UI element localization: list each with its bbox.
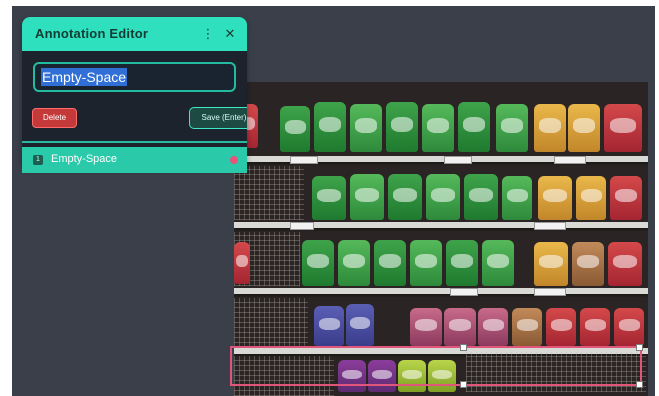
bread-bag: [444, 308, 476, 346]
bread-bag: [410, 240, 442, 286]
panel-header: Annotation Editor ⋮ ✕: [22, 17, 247, 51]
bread-bag: [572, 242, 604, 286]
kebab-menu-icon[interactable]: ⋮: [200, 25, 216, 43]
bread-bag: [604, 104, 642, 152]
annotation-index-badge: 1: [33, 155, 43, 165]
close-icon[interactable]: ✕: [222, 25, 238, 43]
bread-bag: [234, 242, 250, 284]
shelf-row-2: [234, 166, 648, 226]
annotation-bounding-box[interactable]: [230, 344, 643, 388]
bread-bag: [386, 102, 418, 152]
bread-bag: [538, 176, 572, 220]
bread-bag: [338, 240, 370, 286]
resize-handle-bottom-right[interactable]: [636, 381, 643, 388]
resize-handle-bottom-left[interactable]: [460, 381, 467, 388]
annotation-color-dot: [230, 156, 238, 164]
bread-bag: [314, 306, 344, 346]
bread-bag: [502, 176, 532, 220]
shelf-row-3: [234, 232, 648, 292]
panel-title: Annotation Editor: [35, 26, 149, 41]
bread-bag: [610, 176, 642, 220]
price-tag: [290, 222, 314, 230]
bread-bag: [302, 240, 334, 286]
price-tag: [534, 222, 566, 230]
resize-handle-top-left[interactable]: [460, 344, 467, 351]
price-tag: [290, 156, 318, 164]
delete-button[interactable]: Delete: [32, 108, 77, 128]
bread-bag: [614, 308, 644, 346]
bread-bag: [314, 102, 346, 152]
bread-bag: [534, 104, 566, 152]
bread-bag: [388, 174, 422, 220]
annotation-list-item[interactable]: 1 Empty-Space: [22, 147, 247, 173]
bread-bag: [534, 242, 568, 286]
bread-bag: [478, 308, 508, 346]
bread-bag: [346, 304, 374, 346]
price-tag: [444, 156, 472, 164]
bread-bag: [580, 308, 610, 346]
bread-bag: [482, 240, 514, 286]
bread-bag: [546, 308, 576, 346]
shelf-row-1: [234, 96, 648, 156]
selected-text: Empty-Space: [41, 68, 128, 86]
bread-bag: [422, 104, 454, 152]
annotation-label: Empty-Space: [51, 153, 118, 165]
bread-bag: [426, 174, 460, 220]
annotation-name-input[interactable]: Empty-Space: [33, 62, 236, 92]
bread-bag: [464, 174, 498, 220]
bread-bag: [496, 104, 528, 152]
bread-bag: [446, 240, 478, 286]
price-tag: [450, 288, 478, 296]
bread-bag: [458, 102, 490, 152]
bread-bag: [410, 308, 442, 346]
bread-bag: [350, 104, 382, 152]
bread-bag: [312, 176, 346, 220]
bread-bag: [568, 104, 600, 152]
bread-bag: [512, 308, 542, 346]
resize-handle-top-right[interactable]: [636, 344, 643, 351]
bread-bag: [374, 240, 406, 286]
bread-bag: [280, 106, 310, 152]
price-tag: [554, 156, 586, 164]
bread-bag: [350, 174, 384, 220]
save-button[interactable]: Save (Enter): [189, 107, 247, 129]
bread-bag: [608, 242, 642, 286]
bread-bag: [576, 176, 606, 220]
price-tag: [534, 288, 566, 296]
shelf-edge: [234, 288, 648, 294]
